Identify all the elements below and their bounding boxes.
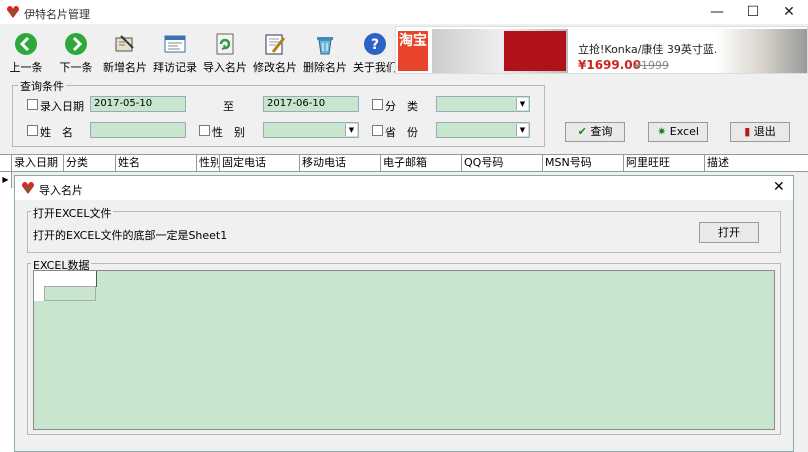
name-label: 姓 名 (40, 126, 73, 139)
ad-product-image (504, 31, 566, 71)
gender-label: 性 别 (212, 126, 245, 139)
toolbar-label: 新增名片 (103, 61, 147, 74)
search-button[interactable]: ✔ 查询 (565, 122, 625, 142)
date-to-input[interactable]: 2017-06-10 (263, 96, 359, 112)
excel-button[interactable]: ✷ Excel (648, 122, 708, 142)
excel-button-label: Excel (669, 125, 699, 138)
exit-button-label: 退出 (753, 125, 776, 138)
visit-record-button[interactable]: 拜访记录 (152, 24, 198, 76)
to-label: 至 (223, 100, 234, 113)
toolbar-label: 修改名片 (253, 61, 297, 74)
column-header[interactable]: MSN号码 (543, 155, 624, 171)
toolbar-label: 导入名片 (203, 61, 247, 74)
new-card-icon (115, 35, 134, 52)
column-header[interactable]: QQ号码 (462, 155, 543, 171)
column-header[interactable]: 固定电话 (220, 155, 300, 171)
excel-data-grid[interactable] (33, 270, 775, 430)
check-icon: ✔ (577, 125, 587, 138)
province-label: 省 份 (385, 126, 418, 139)
taobao-logo: 淘宝 (398, 31, 428, 71)
close-window-button[interactable]: ✕ (766, 0, 808, 24)
visit-record-icon (164, 35, 186, 53)
dialog-title: 导入名片 (39, 184, 83, 197)
chevron-down-icon: ▼ (516, 98, 528, 110)
gender-checkbox[interactable] (199, 125, 210, 136)
ad-banner[interactable]: 淘宝 立抢!Konka/康佳 39英寸蓝... ¥1699.00 ¥1999 (395, 26, 808, 74)
arrow-right-icon (65, 33, 87, 55)
window-title: 伊特名片管理 (24, 8, 90, 21)
date-from-input[interactable]: 2017-05-10 (90, 96, 186, 112)
column-header[interactable]: 阿里旺旺 (624, 155, 705, 171)
import-card-button[interactable]: 导入名片 (202, 24, 248, 76)
category-select[interactable]: ▼ (436, 96, 530, 112)
toolbar-label: 下一条 (59, 61, 93, 74)
prev-record-button[interactable]: 上一条 (4, 24, 48, 76)
next-record-button[interactable]: 下一条 (54, 24, 98, 76)
running-man-icon: ✷ (657, 125, 667, 138)
exit-button[interactable]: ▮ 退出 (730, 122, 790, 142)
delete-icon (317, 37, 333, 55)
about-us-button[interactable]: ? 关于我们 (352, 24, 398, 76)
category-checkbox[interactable] (372, 99, 383, 110)
column-header[interactable]: 分类 (64, 155, 116, 171)
help-icon: ? (364, 33, 386, 55)
toolbar-label: 上一条 (9, 61, 43, 74)
edit-card-button[interactable]: 修改名片 (252, 24, 298, 76)
chevron-down-icon: ▼ (345, 124, 357, 136)
query-legend: 查询条件 (18, 78, 66, 94)
toolbar-label: 删除名片 (303, 61, 347, 74)
edit-icon (265, 34, 286, 55)
dialog-close-button[interactable]: ✕ (773, 179, 785, 195)
column-header[interactable]: 姓名 (116, 155, 197, 171)
column-header[interactable]: 性别 (197, 155, 220, 171)
name-input[interactable] (90, 122, 186, 138)
province-select[interactable]: ▼ (436, 122, 530, 138)
current-row-arrow-icon: ▶ (0, 172, 12, 188)
column-header[interactable]: 录入日期 (12, 155, 64, 171)
toolbar-label: 关于我们 (353, 61, 397, 74)
ad-tv-image (716, 29, 807, 73)
dialog-title-bar: 导入名片 ✕ (15, 176, 793, 200)
grid-corner-cell (34, 271, 97, 287)
delete-card-button[interactable]: 删除名片 (302, 24, 348, 76)
open-file-button[interactable]: 打开 (699, 222, 759, 243)
category-label: 分 类 (385, 100, 418, 113)
import-icon (216, 33, 234, 55)
open-excel-hint: 打开的EXCEL文件的底部一定是Sheet1 (33, 229, 228, 242)
app-logo-icon (7, 6, 19, 18)
svg-text:?: ? (371, 37, 379, 53)
search-button-label: 查询 (590, 125, 613, 138)
new-card-button[interactable]: 新增名片 (102, 24, 148, 76)
open-excel-legend: 打开EXCEL文件 (31, 205, 114, 221)
data-cell[interactable] (44, 286, 96, 301)
province-checkbox[interactable] (372, 125, 383, 136)
column-header[interactable]: 描述 (705, 155, 808, 171)
column-header[interactable]: 电子邮箱 (381, 155, 462, 171)
name-checkbox[interactable] (27, 125, 38, 136)
ad-price: ¥1699.00 (578, 58, 642, 72)
ad-text: 立抢!Konka/康佳 39英寸蓝... (578, 43, 725, 56)
column-header[interactable]: 移动电话 (300, 155, 381, 171)
grid-body (0, 188, 14, 452)
app-logo-icon (22, 182, 34, 194)
grid-header: 录入日期 分类 姓名 性别 固定电话 移动电话 电子邮箱 QQ号码 MSN号码 … (0, 154, 808, 172)
title-bar: 伊特名片管理 — ☐ ✕ (0, 0, 808, 24)
row-indicator-header (0, 155, 12, 171)
arrow-left-icon (15, 33, 37, 55)
entry-date-label: 录入日期 (40, 100, 84, 113)
entry-date-checkbox[interactable] (27, 99, 38, 110)
toolbar-label: 拜访记录 (153, 61, 197, 74)
gender-select[interactable]: ▼ (263, 122, 359, 138)
chevron-down-icon: ▼ (516, 124, 528, 136)
ad-old-price: ¥1999 (634, 59, 669, 72)
exit-door-icon: ▮ (744, 125, 751, 138)
